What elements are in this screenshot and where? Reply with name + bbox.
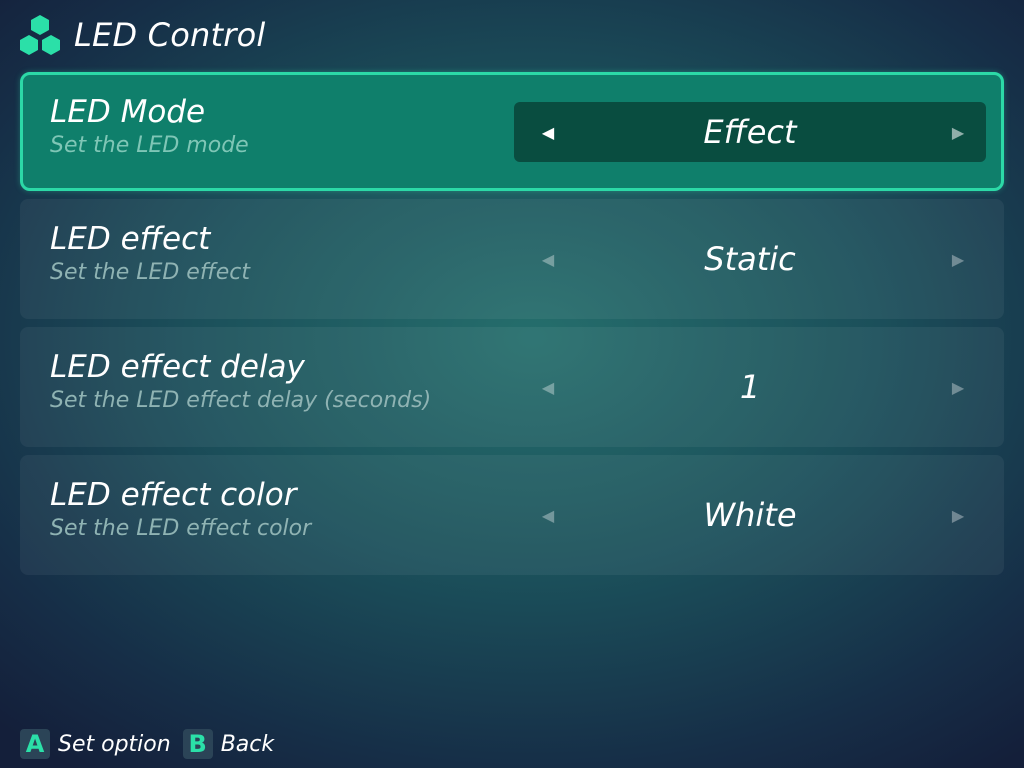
- option-value: Effect: [703, 113, 797, 151]
- hint-label: Back: [220, 731, 275, 757]
- setting-description: Set the LED effect color: [50, 516, 312, 541]
- setting-label: LED effect color: [50, 477, 297, 513]
- option-selector[interactable]: ◀ 1 ▶: [514, 357, 986, 417]
- settings-list: LED Mode Set the LED mode ◀ Effect ▶ LED…: [20, 72, 1004, 583]
- cubes-icon: [20, 15, 60, 55]
- setting-label: LED Mode: [50, 94, 206, 130]
- setting-label: LED effect delay: [50, 349, 305, 385]
- setting-row-led-mode[interactable]: LED Mode Set the LED mode ◀ Effect ▶: [20, 72, 1004, 191]
- arrow-right-icon[interactable]: ▶: [938, 357, 978, 417]
- b-button-icon: B: [182, 729, 213, 759]
- header: LED Control: [18, 12, 265, 58]
- option-selector[interactable]: ◀ Static ▶: [514, 229, 986, 289]
- setting-description: Set the LED effect delay (seconds): [50, 388, 432, 413]
- arrow-right-icon[interactable]: ▶: [938, 485, 978, 545]
- setting-description: Set the LED effect: [50, 260, 250, 285]
- option-value: White: [703, 496, 797, 534]
- arrow-right-icon[interactable]: ▶: [938, 229, 978, 289]
- set-option-hint[interactable]: A Set option: [20, 729, 171, 759]
- setting-row-led-effect[interactable]: LED effect Set the LED effect ◀ Static ▶: [20, 199, 1004, 319]
- page-title: LED Control: [74, 16, 266, 54]
- option-selector[interactable]: ◀ Effect ▶: [514, 102, 986, 162]
- a-button-icon: A: [20, 729, 50, 759]
- button-hints: A Set option B Back: [20, 728, 286, 760]
- option-value: Static: [704, 240, 796, 278]
- option-selector[interactable]: ◀ White ▶: [514, 485, 986, 545]
- setting-row-led-effect-delay[interactable]: LED effect delay Set the LED effect dela…: [20, 327, 1004, 447]
- setting-label: LED effect: [50, 221, 211, 257]
- hint-label: Set option: [58, 731, 171, 757]
- back-hint[interactable]: B Back: [182, 729, 275, 759]
- setting-description: Set the LED mode: [50, 133, 249, 158]
- option-value: 1: [739, 368, 761, 406]
- setting-row-led-effect-color[interactable]: LED effect color Set the LED effect colo…: [20, 455, 1004, 575]
- arrow-right-icon[interactable]: ▶: [938, 102, 978, 162]
